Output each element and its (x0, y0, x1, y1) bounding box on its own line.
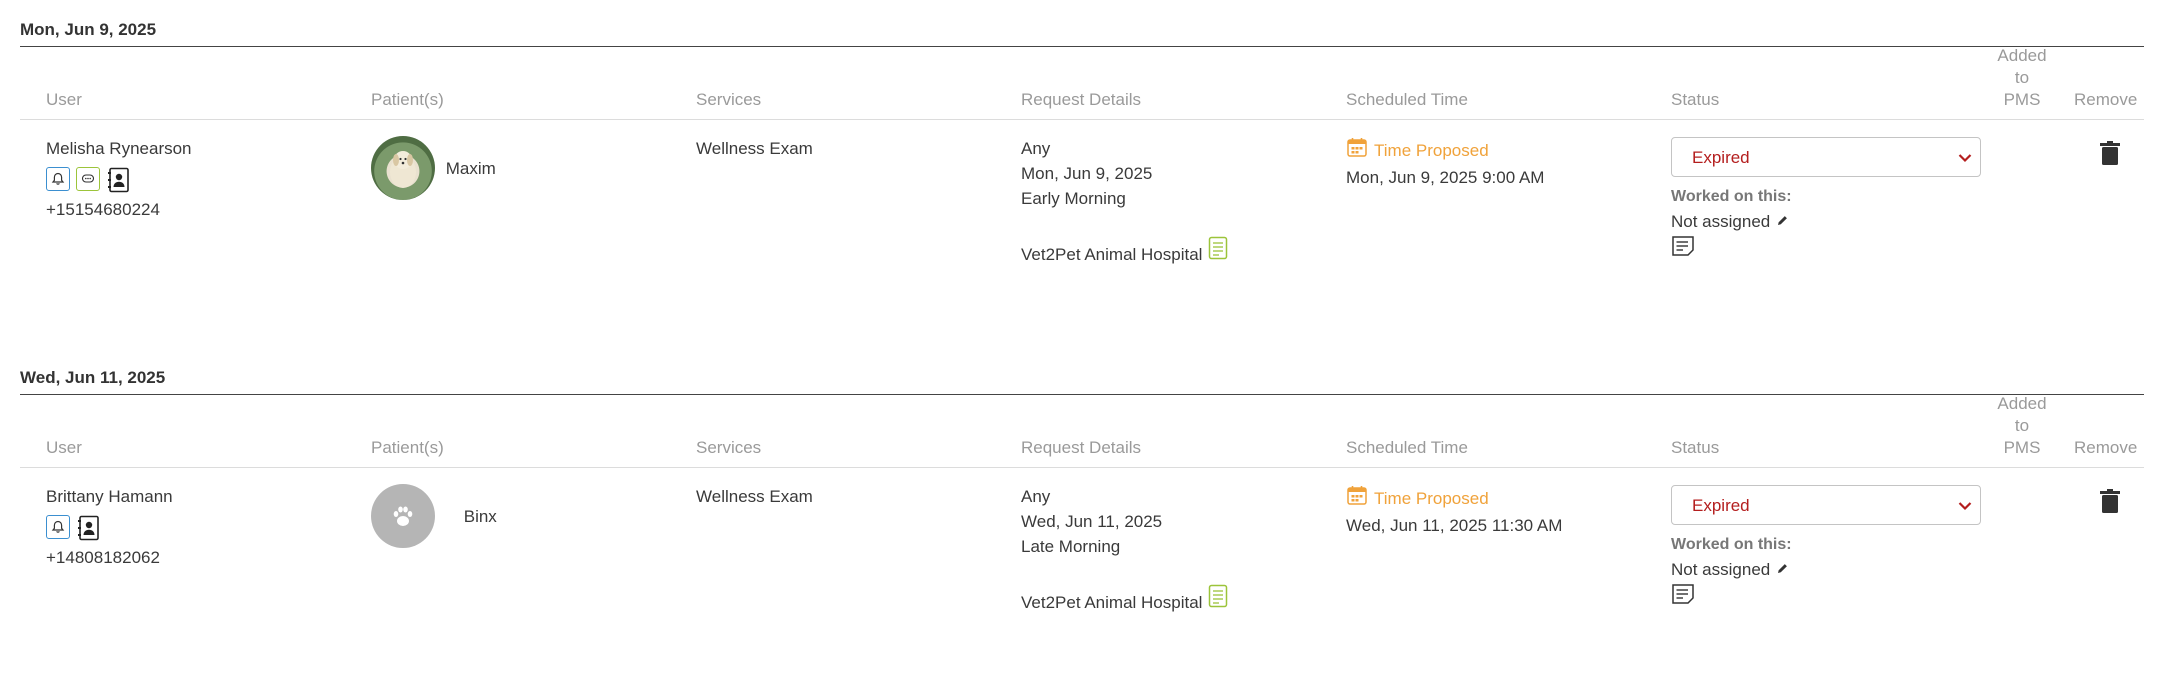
user-cell: Brittany Hamann +14808182062 (46, 484, 173, 570)
scheduled-time-cell: Time Proposed Mon, Jun 9, 2025 9:00 AM (1346, 136, 1544, 190)
column-request-details: Request Details (1021, 90, 1142, 109)
patient-avatar[interactable] (371, 136, 435, 200)
trash-icon (2100, 489, 2120, 513)
detail-location: Vet2Pet Animal Hospital (1021, 593, 1203, 612)
bell-icon[interactable] (46, 167, 70, 191)
remove-button[interactable] (2098, 140, 2122, 173)
scheduled-time-cell: Time Proposed Wed, Jun 11, 2025 11:30 AM (1346, 484, 1562, 538)
schedule-status: Time Proposed (1374, 141, 1489, 160)
column-added-line1: Added (1997, 46, 2047, 65)
service-name: Wellness Exam (696, 139, 813, 158)
detail-location: Vet2Pet Animal Hospital (1021, 245, 1203, 264)
remove-button[interactable] (2098, 488, 2122, 521)
contact-card-icon[interactable] (106, 167, 132, 193)
column-patients: Patient(s) (371, 90, 444, 109)
assignee-row: Not assigned (1671, 557, 1981, 583)
contact-icons (46, 167, 192, 193)
column-request-details: Request Details (1021, 438, 1142, 457)
patient-cell: Maxim (371, 136, 496, 200)
chevron-down-icon (1958, 145, 1972, 170)
column-status: Status (1671, 438, 1720, 457)
status-cell: Expired Worked on this: Not assigned (1671, 485, 1981, 612)
request-details-cell: Any Mon, Jun 9, 2025 Early Morning Vet2P… (1021, 136, 1228, 267)
time-proposed-indicator: Time Proposed (1346, 136, 1544, 165)
scheduled-time: Mon, Jun 9, 2025 9:00 AM (1346, 168, 1545, 187)
schedule-status: Time Proposed (1374, 489, 1489, 508)
user-cell: Melisha Rynearson +15154680224 (46, 136, 192, 222)
column-scheduled-time: Scheduled Time (1346, 90, 1468, 109)
chevron-down-icon (1958, 493, 1972, 518)
detail-doctor: Any (1021, 139, 1051, 158)
column-user: User (46, 90, 82, 109)
trash-icon (2100, 141, 2120, 165)
detail-time: Early Morning (1021, 189, 1126, 208)
status-cell: Expired Worked on this: Not assigned (1671, 137, 1981, 264)
column-added-line2: to PMS (2003, 416, 2041, 457)
notes-icon[interactable] (1208, 236, 1228, 267)
pencil-icon[interactable] (1776, 209, 1789, 235)
status-dropdown-value: Expired (1692, 147, 1750, 167)
user-name[interactable]: Melisha Rynearson (46, 136, 192, 161)
patient-avatar[interactable] (371, 484, 435, 548)
worked-on-label: Worked on this: (1671, 188, 1792, 205)
detail-doctor: Any (1021, 487, 1051, 506)
detail-date: Wed, Jun 11, 2025 (1021, 512, 1163, 531)
table-row: Brittany Hamann +14808182062 Binx Wellne… (20, 468, 2144, 688)
status-dropdown-value: Expired (1692, 495, 1750, 515)
column-remove: Remove (2074, 438, 2138, 457)
pencil-icon[interactable] (1776, 557, 1789, 583)
user-phone[interactable]: +14808182062 (46, 545, 173, 570)
patient-cell: Binx (371, 484, 497, 548)
column-added-to-pms: Added to PMS (1995, 45, 2049, 111)
user-name[interactable]: Brittany Hamann (46, 484, 173, 509)
assignee-value: Not assigned (1671, 212, 1771, 231)
day-header: Mon, Jun 9, 2025 (20, 20, 2144, 47)
contact-card-icon[interactable] (76, 515, 102, 541)
assignee-value: Not assigned (1671, 560, 1771, 579)
column-services: Services (696, 438, 762, 457)
column-added-line1: Added (1997, 394, 2047, 413)
status-dropdown[interactable]: Expired (1671, 137, 1981, 177)
dog-photo-icon (390, 151, 416, 188)
detail-time: Late Morning (1021, 537, 1121, 556)
day-header: Wed, Jun 11, 2025 (20, 368, 2144, 395)
column-remove: Remove (2074, 90, 2138, 109)
paw-icon (393, 506, 413, 526)
detail-location-row: Vet2Pet Animal Hospital (1021, 236, 1228, 267)
day-group: Wed, Jun 11, 2025 User Patient(s) Servic… (20, 368, 2144, 688)
worked-on-label: Worked on this: (1671, 536, 1792, 553)
column-services: Services (696, 90, 762, 109)
table-header: User Patient(s) Services Request Details… (20, 393, 2144, 468)
column-scheduled-time: Scheduled Time (1346, 438, 1468, 457)
scheduled-time: Wed, Jun 11, 2025 11:30 AM (1346, 516, 1563, 535)
detail-date: Mon, Jun 9, 2025 (1021, 164, 1153, 183)
bell-icon[interactable] (46, 515, 70, 539)
patient-name[interactable]: Binx (464, 504, 497, 529)
table-header: User Patient(s) Services Request Details… (20, 45, 2144, 120)
detail-location-row: Vet2Pet Animal Hospital (1021, 584, 1228, 615)
service-name: Wellness Exam (696, 487, 813, 506)
time-proposed-indicator: Time Proposed (1346, 484, 1562, 513)
column-user: User (46, 438, 82, 457)
patient-name[interactable]: Maxim (446, 156, 496, 181)
contact-icons (46, 515, 173, 541)
table-row: Melisha Rynearson +15154680224 Maxim Wel… (20, 120, 2144, 340)
user-phone[interactable]: +15154680224 (46, 197, 192, 222)
chat-icon[interactable] (76, 167, 100, 191)
notes-icon[interactable] (1208, 584, 1228, 615)
column-added-line2: to PMS (2003, 68, 2041, 109)
request-details-cell: Any Wed, Jun 11, 2025 Late Morning Vet2P… (1021, 484, 1228, 615)
column-added-to-pms: Added to PMS (1995, 393, 2049, 459)
column-patients: Patient(s) (371, 438, 444, 457)
assignee-row: Not assigned (1671, 209, 1981, 235)
note-icon[interactable] (1671, 236, 1695, 261)
status-dropdown[interactable]: Expired (1671, 485, 1981, 525)
calendar-icon (1346, 136, 1368, 165)
note-icon[interactable] (1671, 584, 1695, 609)
calendar-icon (1346, 484, 1368, 513)
day-group: Mon, Jun 9, 2025 User Patient(s) Service… (20, 20, 2144, 340)
column-status: Status (1671, 90, 1720, 109)
